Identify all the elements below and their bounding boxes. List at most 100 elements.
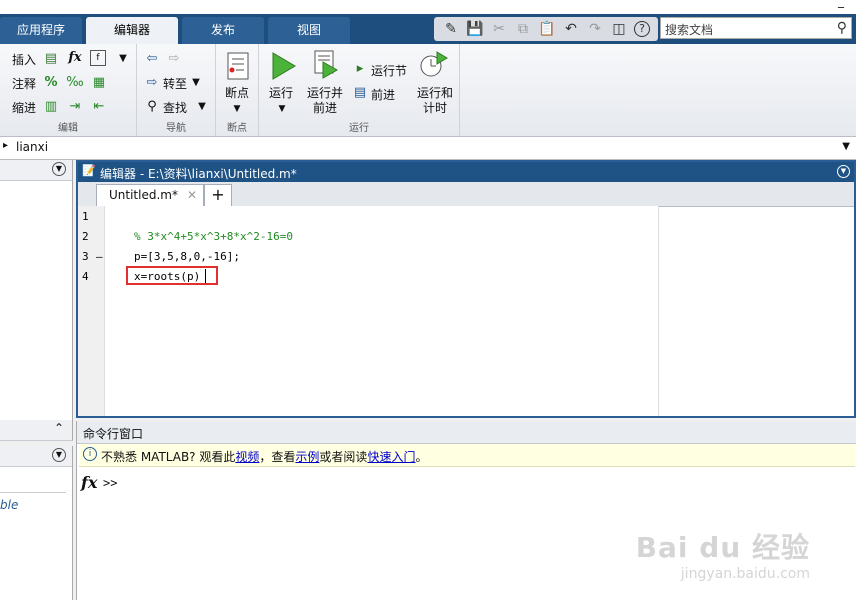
breakpoints-group-label: 断点 <box>227 123 247 134</box>
tab-apps[interactable]: 应用程序 <box>0 17 82 44</box>
editor-tab-untitled[interactable]: Untitled.m* ✕ <box>96 184 204 207</box>
info-icon: i <box>83 447 97 461</box>
goto-button[interactable]: 转至 <box>163 75 187 92</box>
run-button[interactable]: 运行 <box>269 84 293 101</box>
editor-title-bar: 📝 编辑器 - E:\资料\lianxi\Untitled.m* ▼ <box>78 162 854 182</box>
code-line-comment[interactable]: % 3*x^4+5*x^3+8*x^2-16=0 <box>134 230 293 243</box>
indent-label[interactable]: 缩进 <box>12 99 36 116</box>
copy-icon[interactable]: ⧉ <box>514 20 532 38</box>
back-icon[interactable]: ⇦ <box>143 50 161 68</box>
editor-ribbon: 插入 注释 缩进 ▤ fx f ▼ % ‰ ▦ ▥ ⇥ ⇤ 编辑 ⇦ ⇨ ⇨ 转… <box>0 44 856 137</box>
insert-function-icon[interactable]: fx <box>66 49 84 67</box>
insert-section-icon[interactable]: ▤ <box>42 50 60 68</box>
search-icon[interactable]: ⚲ <box>837 20 847 36</box>
run-group-label: 运行 <box>349 123 369 134</box>
smart-indent-icon[interactable]: ▥ <box>42 98 60 116</box>
current-folder-panel-header: ▼ <box>0 160 72 181</box>
redo-icon[interactable]: ↷ <box>586 20 604 38</box>
code-line-cursor[interactable]: x=roots(p) <box>134 270 200 283</box>
goto-icon[interactable]: ⇨ <box>143 74 161 92</box>
video-link[interactable]: 视频 <box>235 450 259 464</box>
workspace-panel: ▼ ble <box>0 446 73 600</box>
command-prompt[interactable]: >> <box>103 476 117 490</box>
run-dropdown-icon[interactable]: ▼ <box>273 100 291 118</box>
current-folder-panel: ▼ <box>0 160 73 420</box>
increase-indent-icon[interactable]: ⇥ <box>66 98 84 116</box>
breakpoints-icon[interactable] <box>222 50 254 82</box>
paste-icon[interactable]: 📋 <box>538 20 556 38</box>
notice-mid2: 或者阅读 <box>319 450 368 464</box>
function-browser-icon[interactable]: fx <box>81 473 97 492</box>
workspace-partial-text: ble <box>0 498 19 512</box>
watermark-url: jingyan.baidu.com <box>680 566 810 582</box>
line-number: 2 <box>82 230 89 243</box>
run-section-icon[interactable]: ▸ <box>351 60 369 78</box>
run-group: 运行 ▼ 运行并 前进 ▸ 运行节 ▤ 前进 运行和 计时 运行 <box>259 44 460 136</box>
insert-fx-box-icon[interactable]: f <box>90 50 106 66</box>
forward-icon[interactable]: ⇨ <box>165 50 183 68</box>
comment-label[interactable]: 注释 <box>12 75 36 92</box>
quick-access-toolbar: ✎ 💾 ✂ ⧉ 📋 ↶ ↷ ◫ ? <box>434 17 658 41</box>
notice-text: 不熟悉 MATLAB? 观看此视频，查看示例或者阅读快速入门。 <box>101 448 427 465</box>
comment-icon[interactable]: % <box>42 74 60 92</box>
navigate-group: ⇦ ⇨ ⇨ 转至 ▼ ⚲ 查找 ▼ 导航 <box>137 44 216 136</box>
panel-actions-icon[interactable]: ▼ <box>52 162 66 176</box>
current-folder-bar[interactable]: ▸ lianxi ▼ <box>0 137 856 160</box>
decrease-indent-icon[interactable]: ⇤ <box>90 98 108 116</box>
edit-group: 插入 注释 缩进 ▤ fx f ▼ % ‰ ▦ ▥ ⇥ ⇤ 编辑 <box>0 44 137 136</box>
help-icon[interactable]: ? <box>634 21 650 37</box>
navigate-group-label: 导航 <box>166 123 186 134</box>
uncomment-icon[interactable]: ‰ <box>66 74 84 92</box>
collapse-up-icon[interactable]: ⌃ <box>54 421 64 435</box>
breakpoint-marker[interactable]: – <box>96 250 103 263</box>
insert-label[interactable]: 插入 <box>12 51 36 68</box>
notice-mid1: ，查看 <box>259 450 296 464</box>
editor-tab-label: Untitled.m* <box>109 188 178 202</box>
run-advance-button-line2[interactable]: 前进 <box>313 99 337 116</box>
find-button[interactable]: 查找 <box>163 99 187 116</box>
close-tab-icon[interactable]: ✕ <box>187 188 197 202</box>
find-icon[interactable]: ⚲ <box>143 98 161 116</box>
editor-actions-icon[interactable]: ▼ <box>837 165 850 178</box>
new-tab-button[interactable]: + <box>204 184 232 207</box>
search-docs-field[interactable]: 搜索文档 ⚲ <box>660 17 852 39</box>
workspace-actions-icon[interactable]: ▼ <box>52 448 66 462</box>
wrap-comment-icon[interactable]: ▦ <box>90 74 108 92</box>
tab-view[interactable]: 视图 <box>268 17 350 44</box>
line-number: 3 <box>82 250 89 263</box>
search-placeholder: 搜索文档 <box>665 23 714 37</box>
right-margin-line <box>658 206 659 416</box>
save-icon[interactable]: 💾 <box>466 20 484 38</box>
current-folder-path: lianxi <box>16 140 49 154</box>
notice-prefix: 不熟悉 MATLAB? 观看此 <box>101 450 236 464</box>
advance-button[interactable]: 前进 <box>371 86 395 103</box>
run-and-time-icon[interactable] <box>417 48 449 80</box>
code-area[interactable]: % 3*x^4+5*x^3+8*x^2-16=0 p=[3,5,8,0,-16]… <box>106 206 658 416</box>
editor-title: 编辑器 - E:\资料\lianxi\Untitled.m* <box>100 167 297 181</box>
minimize-button[interactable]: _ <box>838 0 844 8</box>
workspace-panel-header: ▼ <box>0 446 72 467</box>
editor-window: 📝 编辑器 - E:\资料\lianxi\Untitled.m* ▼ Untit… <box>76 160 856 418</box>
switch-windows-icon[interactable]: ◫ <box>610 20 628 38</box>
cut-icon[interactable]: ✂ <box>490 20 508 38</box>
folder-expand-icon[interactable]: ▸ <box>3 140 8 151</box>
run-section-button[interactable]: 运行节 <box>371 62 407 79</box>
tab-editor[interactable]: 编辑器 <box>86 17 178 45</box>
folder-history-dropdown-icon[interactable]: ▼ <box>842 141 850 152</box>
getting-started-link[interactable]: 快速入门 <box>367 450 415 464</box>
code-line[interactable]: p=[3,5,8,0,-16]; <box>134 250 240 263</box>
undo-icon[interactable]: ↶ <box>562 20 580 38</box>
find-dropdown-icon[interactable]: ▼ <box>193 98 211 116</box>
run-advance-icon[interactable] <box>309 48 341 80</box>
advance-icon[interactable]: ▤ <box>351 84 369 102</box>
run-icon[interactable] <box>267 50 299 82</box>
tab-publish[interactable]: 发布 <box>182 17 264 44</box>
breakpoints-button[interactable]: 断点 <box>225 84 249 101</box>
examples-link[interactable]: 示例 <box>295 450 319 464</box>
new-script-icon[interactable]: ✎ <box>442 20 460 38</box>
breakpoints-dropdown-icon[interactable]: ▼ <box>228 100 246 118</box>
run-and-time-button-line2[interactable]: 计时 <box>423 99 447 116</box>
window-top-strip: _ <box>0 0 856 14</box>
goto-dropdown-icon[interactable]: ▼ <box>187 74 205 92</box>
insert-dropdown-icon[interactable]: ▼ <box>114 50 132 68</box>
